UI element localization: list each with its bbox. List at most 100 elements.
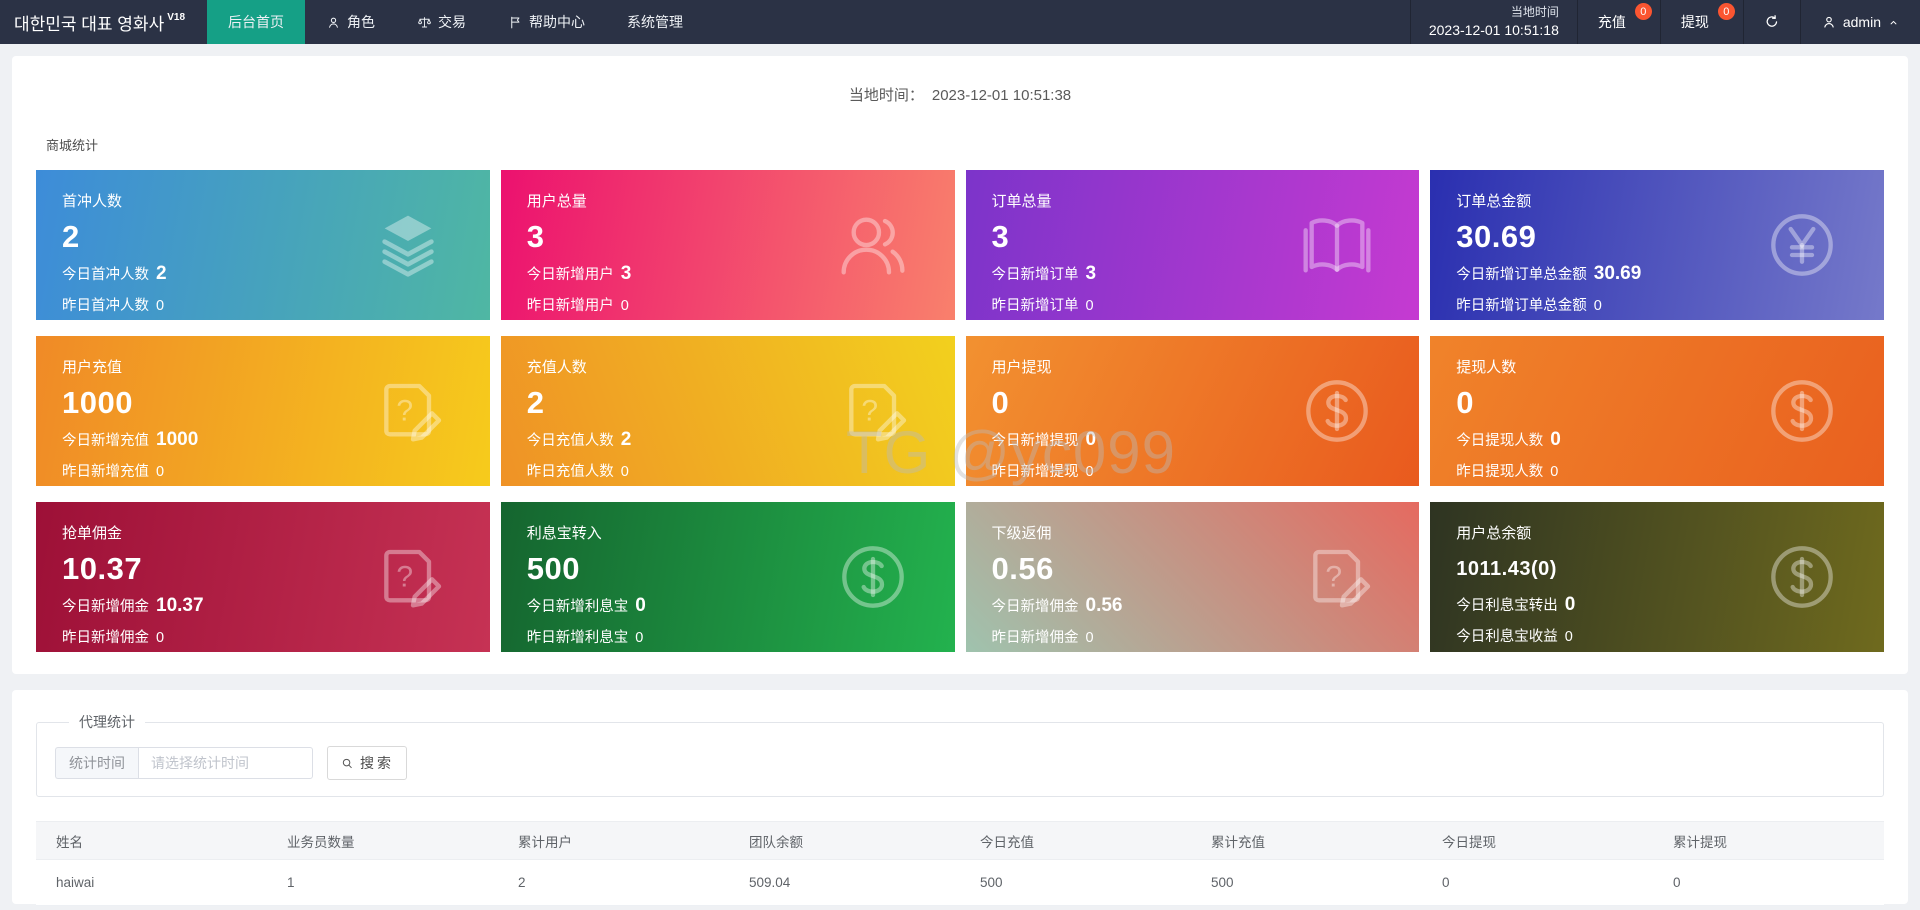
topbar: 대한민국 대표 영화사 V18 后台首页 角色 交易 帮助中心 系统管理 当地时间 20… — [0, 0, 1920, 44]
dollar-icon — [833, 537, 913, 617]
card-yesterday-label: 昨日新增提现 — [991, 463, 1079, 480]
table-header: 业务员数量 — [267, 821, 498, 860]
dollar-icon — [1297, 371, 1377, 451]
withdraw-button[interactable]: 提现 0 — [1659, 0, 1743, 44]
card-yesterday-value: 0 — [1550, 463, 1559, 480]
stat-card: 提现人数 0 今日提现人数 0 昨日提现人数 0 — [1430, 336, 1884, 486]
chevron-up-icon — [1887, 16, 1900, 29]
stat-card: 订单总量 3 今日新增订单 3 昨日新增订单 0 — [965, 170, 1420, 320]
doc-icon: ? — [368, 371, 448, 451]
card-today-value: 3 — [1085, 262, 1097, 284]
stat-card: 用户总余额 1011.43(0) 今日利息宝转出 0 今日利息宝收益 0 — [1430, 502, 1884, 652]
section-title: 商城统计 — [46, 138, 99, 153]
search-button[interactable]: 搜索 — [327, 746, 407, 780]
card-today-value: 1000 — [156, 428, 199, 450]
scales-icon — [417, 15, 432, 30]
table-header: 团队余额 — [729, 821, 960, 860]
users-icon — [833, 205, 913, 285]
card-today-value: 3 — [620, 262, 632, 284]
table-header: 累计提现 — [1653, 821, 1884, 860]
svg-text:?: ? — [1326, 560, 1343, 593]
card-yesterday-line: 昨日新增提现 0 — [992, 460, 1394, 481]
card-yesterday-label: 昨日充值人数 — [526, 463, 614, 480]
svg-text:?: ? — [396, 560, 413, 593]
stat-card: 充值人数 2 今日充值人数 2 昨日充值人数 0 ? — [500, 336, 955, 486]
card-today-label: 今日利息宝转出 — [1456, 598, 1558, 614]
card-today-value: 0 — [1564, 594, 1576, 615]
stat-card: 抢单佣金 10.37 今日新增佣金 10.37 昨日新增佣金 0 ? — [36, 502, 490, 652]
stat-time-label: 统计时间 — [55, 747, 138, 779]
card-today-label: 今日新增佣金 — [991, 598, 1079, 615]
agent-panel: 代理统计 统计时间 搜索 姓名业务员数量累计用户团队余额今日充值累计充值今日提现… — [12, 690, 1908, 906]
refresh-icon — [1764, 14, 1780, 30]
brand: 대한민국 대표 영화사 V18 — [0, 0, 207, 44]
nav-item-1[interactable]: 角色 — [305, 0, 396, 44]
withdraw-label: 提现 — [1680, 14, 1709, 30]
card-today-label: 今日提现人数 — [1456, 432, 1544, 449]
agent-table: 姓名 业务员数量 累计用户 团队余额 今日充值 累计充值 今日提现 累计提现 haiwai 1 2… — [36, 821, 1884, 906]
agent-fieldset: 代理统计 统计时间 搜索 — [36, 712, 1884, 797]
card-yesterday-label: 昨日新增充值 — [62, 463, 149, 480]
card-yesterday-label: 今日利息宝收益 — [1456, 629, 1558, 645]
nav-item-0[interactable]: 后台首页 — [207, 0, 306, 44]
nav-item-label: 角色 — [347, 14, 376, 30]
stat-time-input[interactable] — [138, 747, 313, 779]
stat-card: 下级返佣 0.56 今日新增佣金 0.56 昨日新增佣金 0 ? — [965, 502, 1420, 652]
card-today-value: 30.69 — [1593, 262, 1642, 284]
card-today-label: 今日新增用户 — [526, 266, 614, 283]
table-header: 累计充值 — [1191, 821, 1422, 860]
nav-item-label: 后台首页 — [228, 14, 285, 30]
card-yesterday-label: 昨日新增利息宝 — [526, 629, 629, 646]
overview-panel: 当地时间： 2023-12-01 10:51:38 商城统计 首冲人数 2 今日首… — [12, 56, 1908, 674]
card-today-label: 今日新增提现 — [991, 432, 1079, 449]
recharge-button[interactable]: 充值 0 — [1576, 0, 1660, 44]
nav-item-4[interactable]: 系统管理 — [606, 0, 704, 44]
card-yesterday-line: 昨日新增充值 0 — [62, 460, 464, 481]
table-cell: haiwai — [36, 859, 267, 906]
card-yesterday-value: 0 — [156, 297, 165, 314]
user-menu[interactable]: admin — [1799, 0, 1920, 44]
stat-time-group: 统计时间 — [55, 747, 313, 779]
brand-version: V18 — [167, 11, 186, 23]
card-yesterday-value: 0 — [156, 629, 165, 646]
card-today-value: 0 — [1550, 428, 1561, 450]
nav-item-label: 交易 — [438, 14, 467, 30]
card-yesterday-line: 昨日新增订单 0 — [992, 294, 1394, 315]
refresh-button[interactable] — [1742, 0, 1800, 44]
flag-icon — [508, 15, 523, 30]
card-today-value: 2 — [156, 262, 167, 284]
card-today-value: 0.56 — [1085, 594, 1123, 616]
book-icon — [1297, 205, 1377, 285]
card-yesterday-value: 0 — [1085, 297, 1094, 314]
card-yesterday-line: 今日利息宝收益 0 — [1456, 625, 1858, 646]
card-yesterday-value: 0 — [635, 629, 644, 646]
nav-item-2[interactable]: 交易 — [396, 0, 487, 44]
table-cell: 2 — [498, 859, 729, 906]
card-yesterday-value: 0 — [620, 463, 629, 480]
table-cell: 0 — [1653, 859, 1884, 906]
agent-legend: 代理统计 — [79, 714, 135, 730]
card-yesterday-value: 0 — [156, 463, 165, 480]
topbar-right: 当地时间 2023-12-01 10:51:18 充值 0 提现 0 admin — [1409, 0, 1920, 44]
table-cell: 509.04 — [729, 859, 960, 906]
card-today-value: 2 — [620, 428, 632, 450]
stat-card: 用户提现 0 今日新增提现 0 昨日新增提现 0 — [965, 336, 1420, 486]
table-row: haiwai 1 2 509.04 500 500 0 0 — [36, 859, 1884, 906]
card-yesterday-line: 昨日充值人数 0 — [527, 460, 929, 481]
user-icon — [1821, 14, 1837, 30]
card-today-value: 10.37 — [156, 594, 204, 616]
nav-item-3[interactable]: 帮助中心 — [487, 0, 606, 44]
card-yesterday-label: 昨日首冲人数 — [62, 297, 149, 314]
card-yesterday-value: 0 — [1085, 463, 1094, 480]
card-today-label: 今日新增利息宝 — [526, 598, 629, 615]
card-today-label: 今日新增订单 — [991, 266, 1079, 283]
svg-text:?: ? — [396, 394, 413, 427]
table-header: 今日提现 — [1422, 821, 1653, 860]
card-yesterday-label: 昨日提现人数 — [1456, 463, 1544, 480]
table-header-row: 姓名 业务员数量 累计用户 团队余额 今日充值 累计充值 今日提现 累计提现 — [36, 821, 1884, 860]
table-cell: 0 — [1422, 859, 1653, 906]
table-cell: 500 — [960, 859, 1191, 906]
svg-text:?: ? — [861, 394, 878, 427]
username: admin — [1842, 14, 1881, 30]
brand-title: 대한민국 대표 영화사 — [14, 14, 165, 34]
